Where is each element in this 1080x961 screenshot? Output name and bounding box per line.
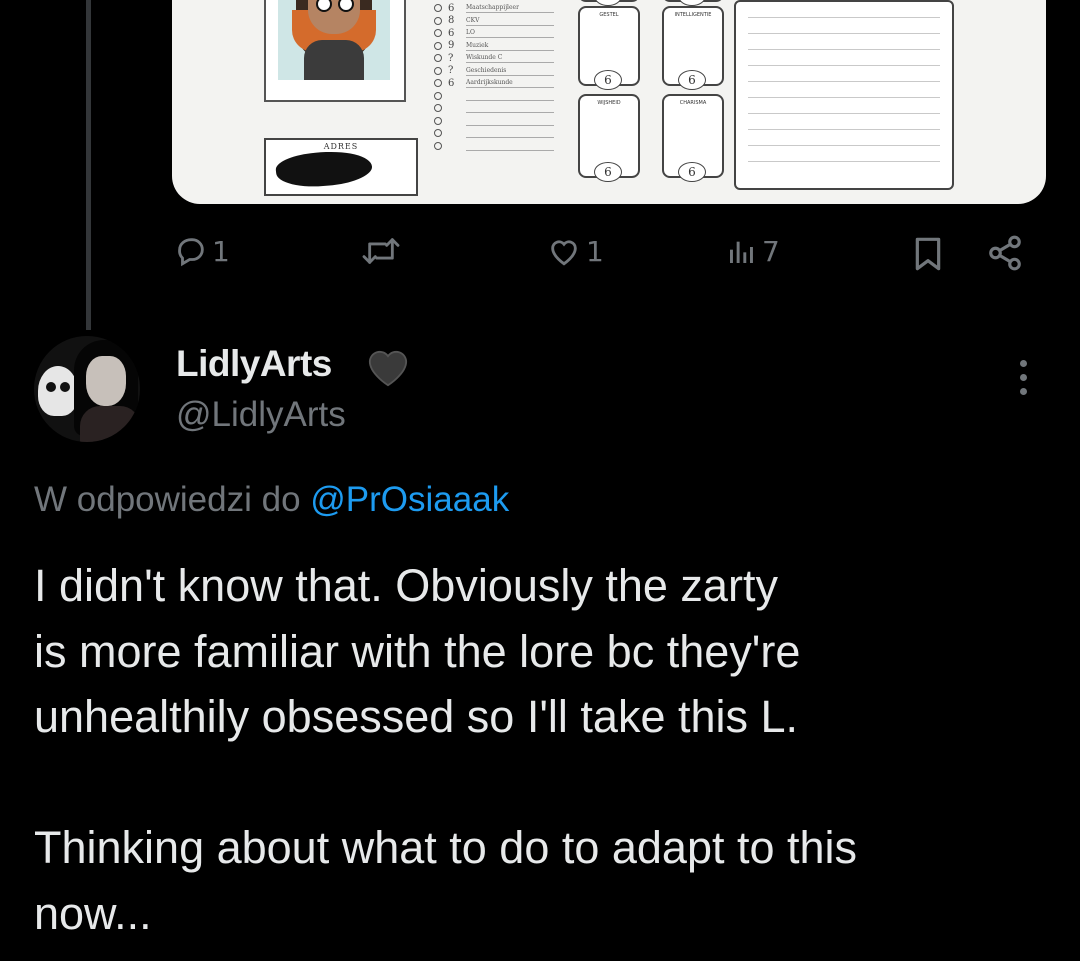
reply-button[interactable]: 1 — [174, 234, 230, 268]
ability-box-intelligentie: INTELLIGENTIE 6 — [662, 6, 724, 90]
stat-row: ? Geschiedenis — [434, 65, 554, 78]
avatar[interactable] — [34, 336, 140, 442]
address-box: ADRES — [264, 138, 418, 196]
stat-row: 6 Aardrijkskunde — [434, 77, 554, 90]
view-count: 7 — [762, 234, 780, 268]
views-icon — [730, 241, 753, 263]
like-count: 1 — [586, 234, 604, 268]
stat-row-empty — [434, 127, 554, 140]
display-name[interactable]: LidlyArts — [176, 343, 332, 385]
stat-row-empty — [434, 115, 554, 128]
more-icon — [1008, 360, 1038, 395]
reply-count: 1 — [212, 234, 230, 268]
views-button[interactable]: 7 — [726, 234, 780, 268]
bookmark-icon — [915, 237, 941, 271]
stat-row-empty — [434, 102, 554, 115]
address-scribble — [274, 147, 374, 191]
notes-box — [734, 0, 954, 190]
like-icon — [551, 240, 577, 266]
stat-row: 6 LO — [434, 27, 554, 40]
like-button[interactable]: 1 — [546, 234, 604, 268]
stat-row: 9 Muziek — [434, 40, 554, 53]
ability-box-top-right: 6 — [662, 0, 724, 6]
more-options-button[interactable] — [1008, 360, 1038, 400]
subject-stats-list: 6 Maatschappijleer 8 CKV 6 LO 9 Muziek ? Wisk… — [434, 2, 554, 152]
stat-row: ? Wiskunde C — [434, 52, 554, 65]
stat-row: 8 CKV — [434, 15, 554, 28]
tweet-text: I didn't know that. Obviously the zarty … — [34, 560, 858, 939]
address-label: ADRES — [323, 142, 359, 151]
share-icon — [989, 235, 1021, 271]
tweet-attached-image[interactable]: ADRES 6 Maatschappijleer 8 CKV 6 LO 9 Muziek… — [172, 0, 1046, 204]
ability-box-wijsheid: WIJSHEID 6 — [578, 94, 640, 182]
bookmark-button[interactable] — [912, 236, 944, 272]
thread-connector-line — [86, 0, 91, 330]
reply-icon — [178, 238, 204, 267]
share-button[interactable] — [986, 234, 1024, 272]
ability-box-charisma: CHARISMA 6 — [662, 94, 724, 182]
stat-row-empty — [434, 90, 554, 103]
reply-mention-link[interactable]: @PrOsiaaak — [310, 480, 509, 519]
user-handle[interactable]: @LidlyArts — [176, 395, 346, 435]
ability-box-top-left: 6 — [578, 0, 640, 6]
black-heart-icon — [368, 350, 408, 387]
reply-prefix: W odpowiedzi do — [34, 480, 301, 519]
character-portrait-frame — [264, 0, 406, 102]
stat-row: 6 Maatschappijleer — [434, 2, 554, 15]
retweet-button[interactable] — [360, 234, 406, 268]
stat-row-empty — [434, 140, 554, 153]
tweet-action-bar: 1 1 7 — [0, 228, 1080, 278]
reply-context: W odpowiedzi do @PrOsiaaak — [34, 480, 509, 520]
character-portrait — [278, 0, 390, 80]
retweet-icon — [362, 238, 400, 264]
ability-box-gestel: GESTEL 6 — [578, 6, 640, 90]
